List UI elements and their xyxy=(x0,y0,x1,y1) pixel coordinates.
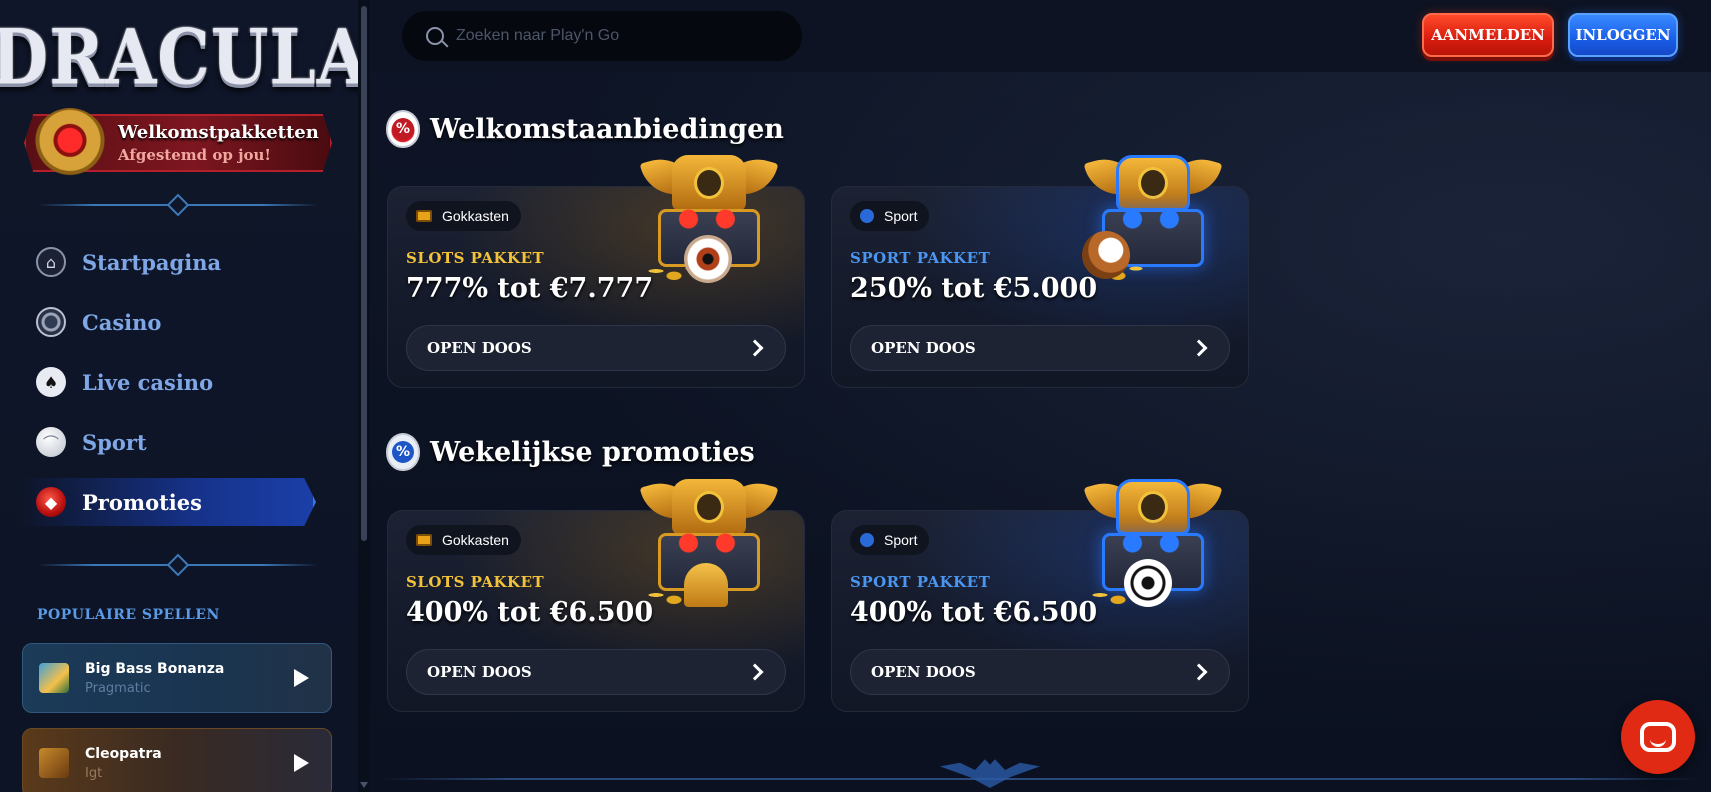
welcome-banner-title: Welkomstpakketten xyxy=(118,122,319,143)
chevron-right-icon xyxy=(1190,339,1208,357)
top-bar: AANMELDEN INLOGGEN xyxy=(370,0,1711,72)
package-amount: 400% tot €6.500 xyxy=(850,597,1098,628)
section-weekly-promotions: % Wekelijkse promoties xyxy=(386,433,755,471)
package-amount: 777% tot €7.777 xyxy=(406,273,654,304)
section-title: Welkomstaanbiedingen xyxy=(430,113,784,145)
sidebar-divider xyxy=(38,553,318,577)
play-icon[interactable] xyxy=(294,669,309,687)
sport-ball-icon xyxy=(860,533,874,547)
baseball-glove-icon xyxy=(1082,231,1130,279)
promo-card-slots-welcome[interactable]: Gokkasten SLOTS PAKKET 777% tot €7.777 O… xyxy=(387,151,805,388)
live-chat-button[interactable] xyxy=(1621,700,1695,774)
sidebar-item-label: Promoties xyxy=(82,489,202,515)
treasure-chest-icon xyxy=(639,475,779,615)
section-welcome-offers: % Welkomstaanbiedingen xyxy=(386,110,784,148)
ruby-ring-icon xyxy=(34,108,106,180)
category-label: Sport xyxy=(884,208,918,224)
category-label: Sport xyxy=(884,532,918,548)
bat-icon xyxy=(940,759,1040,788)
game-thumbnail xyxy=(39,748,69,778)
sidebar: DRACULA Welkomstpakketten Afgestemd op j… xyxy=(0,0,368,792)
game-provider: Igt xyxy=(85,765,103,781)
promo-card-slots-weekly[interactable]: Gokkasten SLOTS PAKKET 400% tot €6.500 O… xyxy=(387,475,805,712)
open-box-label: OPEN DOOS xyxy=(427,339,532,357)
category-badge: Gokkasten xyxy=(406,201,521,231)
soccer-ball-icon xyxy=(1124,559,1172,607)
sidebar-item-live-casino[interactable]: ♠ Live casino xyxy=(36,358,332,406)
sidebar-item-sport[interactable]: ⌒ Sport xyxy=(36,418,332,466)
game-card-cleopatra[interactable]: Cleopatra Igt xyxy=(22,728,332,792)
game-name: Big Bass Bonanza xyxy=(85,660,225,677)
sidebar-scrollbar[interactable] xyxy=(358,0,370,792)
open-box-button[interactable]: OPEN DOOS xyxy=(850,325,1230,371)
sport-ball-icon xyxy=(860,209,874,223)
footer-divider xyxy=(380,778,1700,780)
login-button[interactable]: INLOGGEN xyxy=(1568,13,1678,57)
game-card-big-bass-bonanza[interactable]: Big Bass Bonanza Pragmatic xyxy=(22,643,332,713)
chevron-right-icon xyxy=(746,339,764,357)
cards-icon: ♠ xyxy=(36,367,66,397)
package-label: SLOTS PAKKET xyxy=(406,249,545,267)
treasure-chest-icon xyxy=(1082,151,1223,291)
register-button[interactable]: AANMELDEN xyxy=(1422,13,1554,57)
dracula-logo[interactable]: DRACULA xyxy=(0,5,368,109)
sidebar-item-label: Casino xyxy=(82,309,162,335)
treasure-chest-icon xyxy=(1083,475,1223,615)
gem-icon: ◆ xyxy=(36,487,66,517)
package-label: SLOTS PAKKET xyxy=(406,573,545,591)
popular-games-title: POPULAIRE SPELLEN xyxy=(37,607,220,623)
open-box-label: OPEN DOOS xyxy=(871,339,976,357)
chevron-right-icon xyxy=(746,663,764,681)
open-box-button[interactable]: OPEN DOOS xyxy=(406,649,786,695)
scroll-down-arrow-icon[interactable] xyxy=(360,782,368,788)
category-label: Gokkasten xyxy=(442,208,509,224)
sidebar-item-label: Live casino xyxy=(82,369,214,395)
sidebar-item-label: Sport xyxy=(82,429,147,455)
open-box-button[interactable]: OPEN DOOS xyxy=(406,325,786,371)
percent-potion-icon: % xyxy=(386,433,420,471)
chevron-right-icon xyxy=(1190,663,1208,681)
home-icon: ⌂ xyxy=(36,247,66,277)
search-icon xyxy=(426,27,444,45)
category-badge: Sport xyxy=(850,201,930,231)
promo-card-sport-weekly[interactable]: Sport SPORT PAKKET 400% tot €6.500 OPEN … xyxy=(831,475,1249,712)
search-bar[interactable] xyxy=(402,11,802,61)
package-amount: 250% tot €5.000 xyxy=(850,273,1098,304)
sidebar-item-startpagina[interactable]: ⌂ Startpagina xyxy=(36,238,332,286)
sidebar-item-label: Startpagina xyxy=(82,249,222,275)
treasure-chest-icon xyxy=(639,151,779,291)
scrollbar-thumb[interactable] xyxy=(361,6,367,541)
category-label: Gokkasten xyxy=(442,532,509,548)
section-title: Wekelijkse promoties xyxy=(430,436,755,468)
open-box-button[interactable]: OPEN DOOS xyxy=(850,649,1230,695)
sidebar-divider xyxy=(38,193,318,217)
game-thumbnail xyxy=(39,663,69,693)
sidebar-item-casino[interactable]: Casino xyxy=(36,298,332,346)
package-label: SPORT PAKKET xyxy=(850,573,991,591)
eyeball-icon xyxy=(684,235,732,283)
search-input[interactable] xyxy=(456,27,776,45)
package-label: SPORT PAKKET xyxy=(850,249,991,267)
sidebar-item-promoties[interactable]: ◆ Promoties xyxy=(20,478,316,526)
casino-chip-icon xyxy=(36,307,66,337)
game-provider: Pragmatic xyxy=(85,680,151,696)
category-badge: Gokkasten xyxy=(406,525,521,555)
chat-icon xyxy=(1640,722,1676,752)
slot-machine-icon xyxy=(416,534,432,546)
open-box-label: OPEN DOOS xyxy=(871,663,976,681)
main-content: AANMELDEN INLOGGEN % Welkomstaanbiedinge… xyxy=(370,0,1711,792)
slot-machine-icon xyxy=(416,210,432,222)
category-badge: Sport xyxy=(850,525,930,555)
bell-icon xyxy=(684,563,728,607)
open-box-label: OPEN DOOS xyxy=(427,663,532,681)
game-name: Cleopatra xyxy=(85,745,162,762)
package-amount: 400% tot €6.500 xyxy=(406,597,654,628)
promo-card-sport-welcome[interactable]: Sport SPORT PAKKET 250% tot €5.000 OPEN … xyxy=(831,151,1249,388)
percent-potion-icon: % xyxy=(386,110,420,148)
baseball-icon: ⌒ xyxy=(36,427,66,457)
welcome-banner-subtitle: Afgestemd op jou! xyxy=(118,146,271,164)
play-icon[interactable] xyxy=(294,754,309,772)
